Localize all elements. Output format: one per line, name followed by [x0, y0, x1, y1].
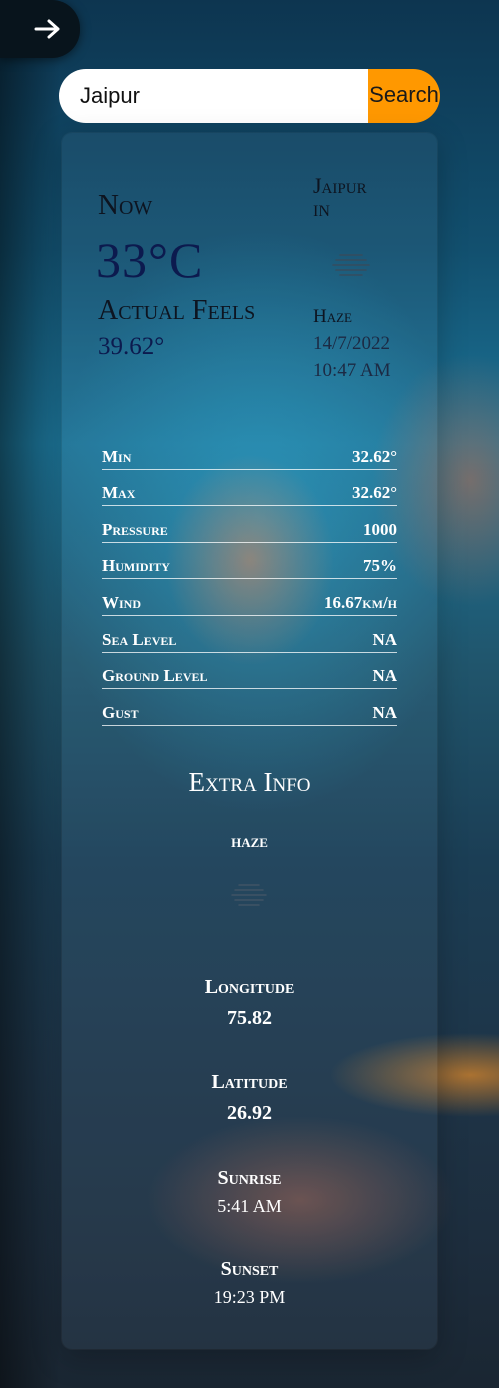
latitude-label: Latitude [211, 1071, 288, 1093]
feels-like-value: 39.62° [98, 333, 165, 360]
sunrise-label: Sunrise [217, 1167, 282, 1189]
sidebar-toggle-button[interactable] [0, 0, 80, 58]
stat-value: 32.62° [351, 446, 397, 466]
stat-label: Pressure [102, 519, 168, 539]
background-shade [0, 0, 60, 1388]
haze-icon [231, 884, 267, 906]
stat-row-max: Max 32.62° [102, 470, 397, 507]
stat-value: NA [372, 629, 397, 649]
stat-label: Ground Level [102, 666, 208, 686]
stat-row-min: Min 32.62° [102, 433, 397, 470]
city-name: Jaipur [313, 173, 367, 198]
stat-row-humidity: Humidity 75% [102, 543, 397, 580]
haze-icon [332, 254, 370, 276]
stats-list: Min 32.62° Max 32.62° Pressure 1000 Humi… [102, 433, 397, 726]
stat-row-ground-level: Ground Level NA [102, 653, 397, 690]
extra-info-title: Extra Info [188, 767, 311, 797]
sunset-value: 19:23 PM [213, 1287, 286, 1307]
search-input[interactable] [59, 69, 368, 123]
stat-value: 75% [363, 556, 397, 576]
feels-like-label: Actual Feels [98, 295, 256, 326]
latitude-value: 26.92 [227, 1102, 272, 1124]
stat-label: Max [102, 483, 136, 503]
stat-label: Humidity [102, 556, 170, 576]
longitude-value: 75.82 [227, 1007, 272, 1029]
current-time: 10:47 AM [313, 360, 391, 381]
stat-value: NA [372, 702, 397, 722]
country-code: IN [313, 203, 330, 220]
stat-row-sea-level: Sea Level NA [102, 616, 397, 653]
sunset-label: Sunset [220, 1258, 279, 1280]
stat-row-wind: Wind 16.67km/h [102, 579, 397, 616]
stat-label: Gust [102, 702, 139, 722]
stat-value: NA [372, 666, 397, 686]
stat-label: Min [102, 446, 132, 466]
stat-row-pressure: Pressure 1000 [102, 506, 397, 543]
stat-label: Wind [102, 592, 142, 612]
stat-value: 16.67km/h [324, 592, 397, 612]
sunrise-value: 5:41 AM [217, 1196, 282, 1216]
longitude-label: Longitude [204, 976, 295, 998]
now-label: Now [98, 189, 153, 221]
extra-description: haze [231, 831, 268, 851]
arrow-right-icon [34, 19, 60, 39]
search-button[interactable]: Search [368, 69, 440, 123]
weather-card: Now 33°C Actual Feels 39.62° Jaipur IN H… [62, 133, 437, 1349]
current-temperature: 33°C [96, 232, 204, 288]
stat-row-gust: Gust NA [102, 689, 397, 726]
stat-value: 32.62° [351, 483, 397, 503]
search-bar: Search [59, 69, 440, 123]
current-date: 14/7/2022 [313, 333, 391, 354]
weather-description: Haze [313, 306, 352, 327]
stat-value: 1000 [363, 519, 397, 539]
stat-label: Sea Level [102, 629, 177, 649]
